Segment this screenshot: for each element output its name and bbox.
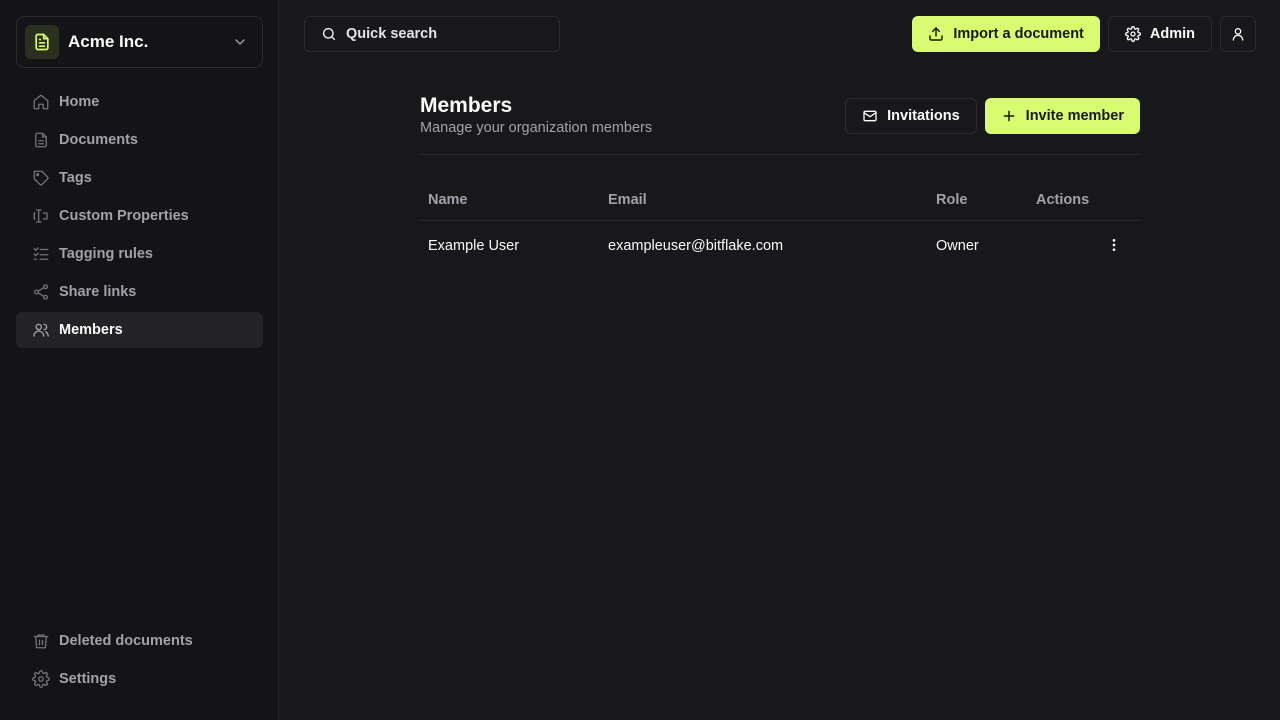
sidebar-item-label: Deleted documents	[59, 633, 193, 649]
admin-label: Admin	[1149, 26, 1195, 42]
members-table: Name Email Role Actions Example User exa…	[420, 180, 1140, 272]
sidebar-item-documents[interactable]: Documents	[16, 122, 263, 158]
org-switcher[interactable]: Acme Inc.	[16, 16, 263, 68]
sidebar-item-label: Share links	[59, 284, 137, 300]
sidebar-item-label: Tagging rules	[59, 246, 153, 262]
sidebar-item-label: Settings	[59, 671, 117, 687]
sidebar-item-label: Tags	[59, 170, 92, 186]
document-icon	[35, 33, 49, 51]
sidebar-bottom-nav: Deleted documents Settings	[16, 623, 263, 697]
sidebar: Acme Inc. Home Documents Tags Custom Pro…	[0, 0, 279, 720]
members-page: Members Manage your organization members…	[420, 94, 1140, 272]
main-area: Quick search Import a document Admin Mem…	[279, 0, 1280, 720]
sidebar-item-label: Custom Properties	[59, 208, 189, 224]
user-menu-button[interactable]	[1220, 16, 1256, 52]
more-vertical-icon[interactable]	[1104, 235, 1124, 255]
document-icon	[31, 130, 51, 150]
app-root: Acme Inc. Home Documents Tags Custom Pro…	[0, 0, 1280, 720]
chevron-down-icon	[232, 34, 248, 50]
page-header: Members Manage your organization members…	[420, 94, 1140, 155]
quick-search-label: Quick search	[346, 26, 438, 42]
list-checks-icon	[31, 244, 51, 264]
admin-button[interactable]: Admin	[1107, 16, 1212, 52]
sidebar-item-label: Home	[59, 94, 100, 110]
import-document-label: Import a document	[953, 26, 1084, 42]
member-email: exampleuser@bitflake.com	[608, 238, 784, 255]
table-header-row: Name Email Role Actions	[420, 180, 1140, 221]
sidebar-item-home[interactable]: Home	[16, 84, 263, 120]
org-name: Acme Inc.	[68, 32, 149, 51]
sidebar-nav: Home Documents Tags Custom Properties Ta…	[16, 84, 263, 348]
sidebar-item-label: Documents	[59, 132, 138, 148]
sidebar-item-tags[interactable]: Tags	[16, 160, 263, 196]
sidebar-item-share-links[interactable]: Share links	[16, 274, 263, 310]
member-actions-cell	[1028, 220, 1140, 272]
custom-properties-icon	[31, 206, 51, 226]
trash-icon	[31, 631, 51, 651]
sidebar-item-label: Members	[59, 322, 123, 338]
quick-search-button[interactable]: Quick search	[304, 16, 560, 52]
import-document-button[interactable]: Import a document	[912, 16, 1100, 52]
column-header-name: Name	[420, 180, 600, 221]
invitations-button[interactable]: Invitations	[845, 98, 977, 134]
topbar: Quick search Import a document Admin	[304, 16, 1256, 52]
share-icon	[31, 282, 51, 302]
search-icon	[321, 26, 337, 42]
sidebar-item-settings[interactable]: Settings	[16, 661, 263, 697]
member-name: Example User	[428, 238, 520, 255]
column-header-role: Role	[928, 180, 1028, 221]
mail-icon	[862, 108, 878, 124]
tag-icon	[31, 168, 51, 188]
column-header-actions: Actions	[1028, 180, 1140, 221]
page-subtitle: Manage your organization members	[420, 120, 653, 136]
gear-icon	[31, 669, 51, 689]
invite-member-label: Invite member	[1025, 108, 1124, 124]
sidebar-item-custom-properties[interactable]: Custom Properties	[16, 198, 263, 234]
home-icon	[31, 92, 51, 112]
member-role: Owner	[936, 238, 979, 255]
sidebar-item-members[interactable]: Members	[16, 312, 263, 348]
org-logo	[25, 25, 59, 59]
users-icon	[31, 320, 51, 340]
table-row: Example User exampleuser@bitflake.com Ow…	[420, 220, 1140, 272]
sidebar-item-tagging-rules[interactable]: Tagging rules	[16, 236, 263, 272]
column-header-email: Email	[600, 180, 928, 221]
page-actions: Invitations Invite member	[845, 98, 1140, 134]
topbar-actions: Import a document Admin	[912, 16, 1256, 52]
plus-icon	[1001, 108, 1017, 124]
user-icon	[1230, 26, 1246, 42]
page-heading-group: Members Manage your organization members	[420, 94, 653, 136]
upload-icon	[928, 26, 944, 42]
invitations-label: Invitations	[887, 108, 960, 124]
gear-icon	[1124, 26, 1141, 42]
sidebar-item-deleted-documents[interactable]: Deleted documents	[16, 623, 263, 659]
page-title: Members	[420, 94, 513, 117]
invite-member-button[interactable]: Invite member	[984, 98, 1140, 134]
